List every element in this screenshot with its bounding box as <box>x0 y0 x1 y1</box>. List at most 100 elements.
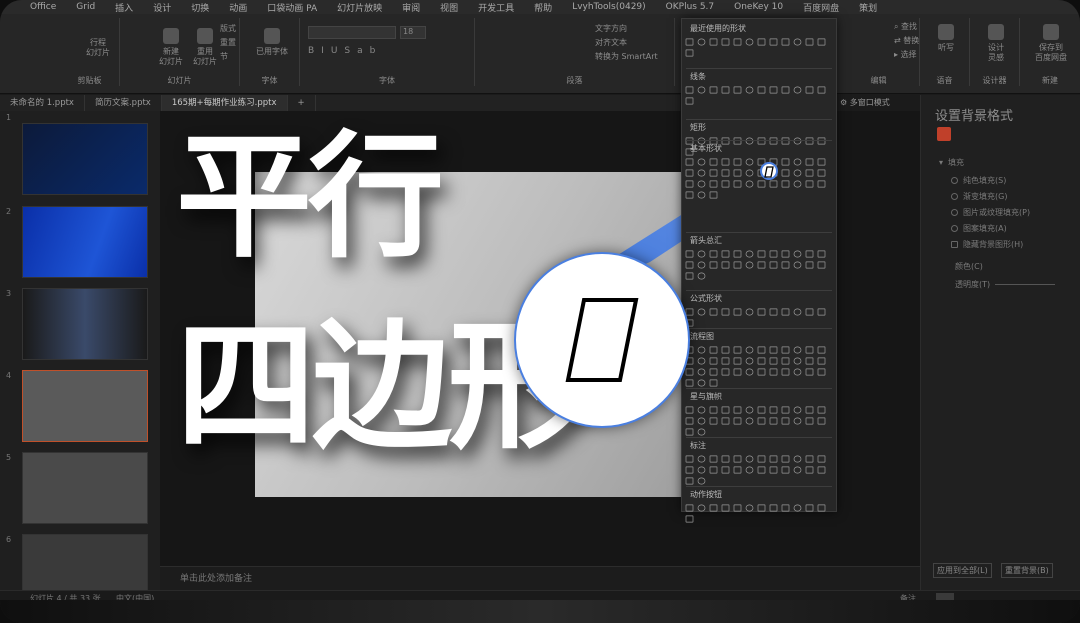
shape-option-icon[interactable] <box>781 417 790 425</box>
shape-option-icon[interactable] <box>793 368 802 376</box>
slide-thumb-2[interactable] <box>22 206 148 278</box>
shape-option-icon[interactable] <box>733 406 742 414</box>
menu-item[interactable]: 开发工具 <box>478 1 514 14</box>
save-baidu-button[interactable]: 保存到 百度网盘 <box>1034 24 1068 63</box>
shape-option-icon[interactable] <box>709 379 718 387</box>
shape-option-icon[interactable] <box>709 250 718 258</box>
shape-option-icon[interactable] <box>745 466 754 474</box>
shape-option-icon[interactable] <box>793 504 802 512</box>
shape-option-icon[interactable] <box>721 346 730 354</box>
shape-option-icon[interactable] <box>817 417 826 425</box>
shape-option-icon[interactable] <box>769 346 778 354</box>
shape-option-icon[interactable] <box>817 261 826 269</box>
shape-option-icon[interactable] <box>817 308 826 316</box>
shape-option-icon[interactable] <box>709 504 718 512</box>
shape-option-icon[interactable] <box>805 346 814 354</box>
shape-option-icon[interactable] <box>817 406 826 414</box>
shape-option-icon[interactable] <box>805 357 814 365</box>
shape-option-icon[interactable] <box>793 346 802 354</box>
shape-option-icon[interactable] <box>781 158 790 166</box>
shape-option-icon[interactable] <box>805 368 814 376</box>
option-hide-bg[interactable]: 隐藏背景图形(H) <box>951 239 1023 250</box>
shape-option-icon[interactable] <box>793 261 802 269</box>
shape-option-icon[interactable] <box>685 504 694 512</box>
slide-thumb-4[interactable] <box>22 370 148 442</box>
shape-option-icon[interactable] <box>805 466 814 474</box>
shape-option-icon[interactable] <box>697 261 706 269</box>
shape-option-icon[interactable] <box>733 308 742 316</box>
shape-option-icon[interactable] <box>805 169 814 177</box>
shape-option-icon[interactable] <box>697 272 706 280</box>
shape-option-icon[interactable] <box>685 515 694 523</box>
shape-option-icon[interactable] <box>793 86 802 94</box>
shape-option-icon[interactable] <box>697 504 706 512</box>
shape-option-icon[interactable] <box>757 38 766 46</box>
shape-option-icon[interactable] <box>745 158 754 166</box>
shape-option-icon[interactable] <box>697 466 706 474</box>
font-button[interactable]: 已用字体 <box>254 28 290 57</box>
shape-option-icon[interactable] <box>709 368 718 376</box>
shape-option-icon[interactable] <box>685 455 694 463</box>
shape-option-icon[interactable] <box>733 169 742 177</box>
shape-option-icon[interactable] <box>721 417 730 425</box>
shape-option-icon[interactable] <box>685 477 694 485</box>
shape-option-icon[interactable] <box>757 357 766 365</box>
shape-option-icon[interactable] <box>781 250 790 258</box>
shape-option-icon[interactable] <box>697 368 706 376</box>
shape-option-icon[interactable] <box>793 357 802 365</box>
shape-option-icon[interactable] <box>757 417 766 425</box>
shape-option-icon[interactable] <box>721 308 730 316</box>
shape-option-icon[interactable] <box>745 250 754 258</box>
shape-option-icon[interactable] <box>733 86 742 94</box>
shape-option-icon[interactable] <box>733 417 742 425</box>
shape-option-icon[interactable] <box>805 180 814 188</box>
shape-option-icon[interactable] <box>793 308 802 316</box>
shape-option-icon[interactable] <box>709 180 718 188</box>
new-slide-button[interactable]: 新建 幻灯片 <box>156 28 186 67</box>
shape-option-icon[interactable] <box>757 406 766 414</box>
shape-option-icon[interactable] <box>817 180 826 188</box>
shape-option-icon[interactable] <box>805 250 814 258</box>
shape-option-icon[interactable] <box>697 250 706 258</box>
shape-option-icon[interactable] <box>745 357 754 365</box>
smartart-button[interactable]: 转换为 SmartArt <box>595 52 673 62</box>
shape-option-icon[interactable] <box>709 406 718 414</box>
shape-option-icon[interactable] <box>733 368 742 376</box>
shape-option-icon[interactable] <box>757 368 766 376</box>
menu-item[interactable]: 设计 <box>153 1 171 14</box>
shape-option-icon[interactable] <box>745 261 754 269</box>
shape-option-icon[interactable] <box>733 466 742 474</box>
shape-option-icon[interactable] <box>733 38 742 46</box>
shape-option-icon[interactable] <box>757 250 766 258</box>
shape-option-icon[interactable] <box>793 38 802 46</box>
shape-option-icon[interactable] <box>817 455 826 463</box>
shape-option-icon[interactable] <box>805 158 814 166</box>
shape-option-icon[interactable] <box>781 261 790 269</box>
shape-option-icon[interactable] <box>781 357 790 365</box>
designer-button[interactable]: 设计 灵感 <box>982 24 1010 63</box>
shape-option-icon[interactable] <box>697 477 706 485</box>
dictate-button[interactable]: 听写 <box>934 24 958 53</box>
shape-option-icon[interactable] <box>697 86 706 94</box>
shape-option-icon[interactable] <box>757 261 766 269</box>
shape-option-icon[interactable] <box>697 346 706 354</box>
shape-option-icon[interactable] <box>697 158 706 166</box>
menu-item[interactable]: 幻灯片放映 <box>337 1 382 14</box>
slider-track[interactable] <box>995 284 1056 285</box>
shape-option-icon[interactable] <box>769 466 778 474</box>
shape-option-icon[interactable] <box>793 406 802 414</box>
shape-option-icon[interactable] <box>721 466 730 474</box>
shape-option-icon[interactable] <box>781 86 790 94</box>
shape-option-icon[interactable] <box>697 191 706 199</box>
menu-item[interactable]: OneKey 10 <box>734 2 783 12</box>
shape-option-icon[interactable] <box>781 308 790 316</box>
shape-option-icon[interactable] <box>709 169 718 177</box>
shape-option-icon[interactable] <box>745 346 754 354</box>
shape-option-icon[interactable] <box>769 261 778 269</box>
shape-option-icon[interactable] <box>733 137 742 145</box>
shape-option-icon[interactable] <box>793 455 802 463</box>
shape-option-icon[interactable] <box>709 455 718 463</box>
shape-option-icon[interactable] <box>817 86 826 94</box>
shape-option-icon[interactable] <box>685 97 694 105</box>
shape-option-icon[interactable] <box>697 455 706 463</box>
